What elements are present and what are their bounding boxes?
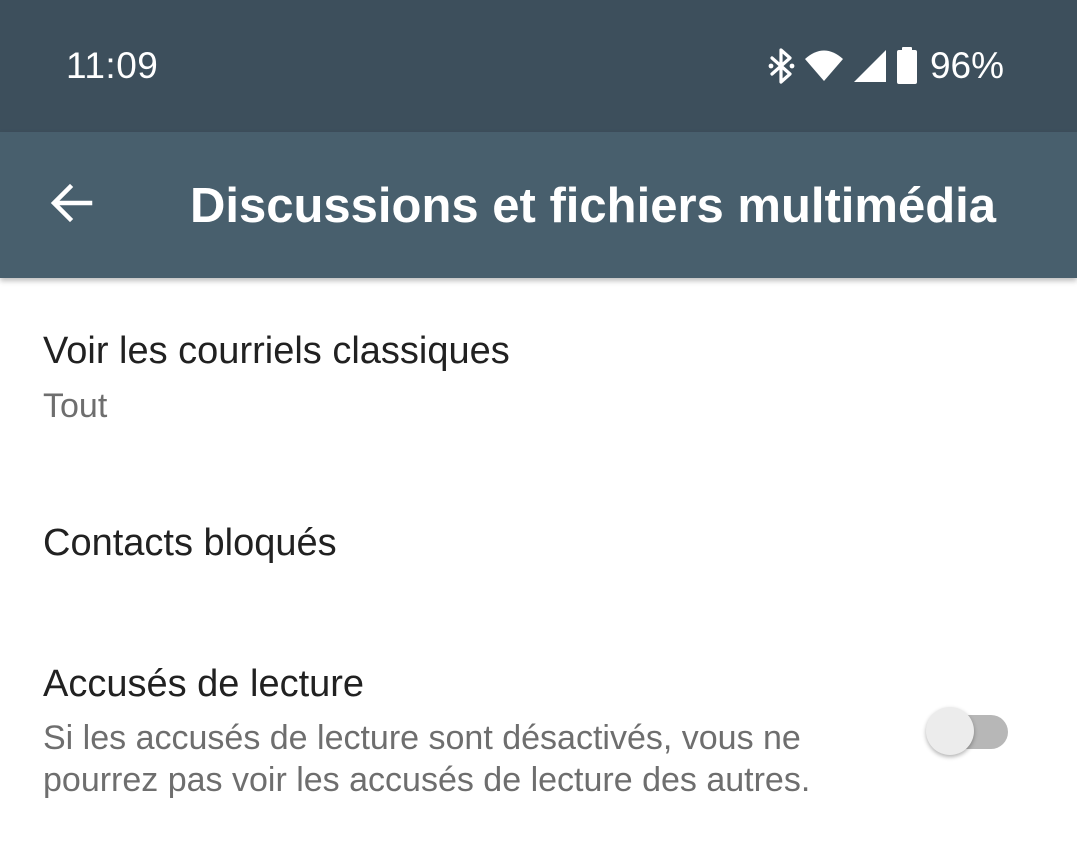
setting-read-receipts[interactable]: Accusés de lecture Si les accusés de lec… [0, 616, 1077, 848]
wifi-icon [804, 48, 844, 84]
setting-title: Accusés de lecture [43, 663, 365, 705]
bluetooth-icon [766, 46, 796, 86]
page-title: Discussions et fichiers multimédia [190, 179, 997, 233]
setting-title: Contacts bloqués [43, 522, 337, 564]
setting-summary-line-1: Si les accusés de lecture sont désactivé… [43, 719, 801, 757]
toggle-thumb [926, 707, 974, 755]
battery-percentage: 96% [929, 45, 1004, 86]
arrow-back-icon [50, 183, 94, 228]
signal-icon [852, 48, 888, 84]
battery-icon [896, 47, 918, 85]
back-button[interactable] [36, 169, 108, 241]
setting-blocked-contacts[interactable]: Contacts bloqués [0, 476, 1077, 616]
setting-summary: Tout [43, 387, 108, 425]
status-icons: 96% [766, 44, 1004, 88]
setting-summary-line-2: pourrez pas voir les accusés de lecture … [43, 761, 811, 799]
read-receipts-toggle[interactable] [926, 706, 1010, 756]
status-bar: 11:09 96% [0, 0, 1077, 132]
status-time: 11:09 [66, 45, 159, 86]
app-bar: Discussions et fichiers multimédia [0, 132, 1077, 278]
setting-title: Voir les courriels classiques [43, 330, 510, 372]
setting-view-classic-emails[interactable]: Voir les courriels classiques Tout [0, 280, 1077, 476]
